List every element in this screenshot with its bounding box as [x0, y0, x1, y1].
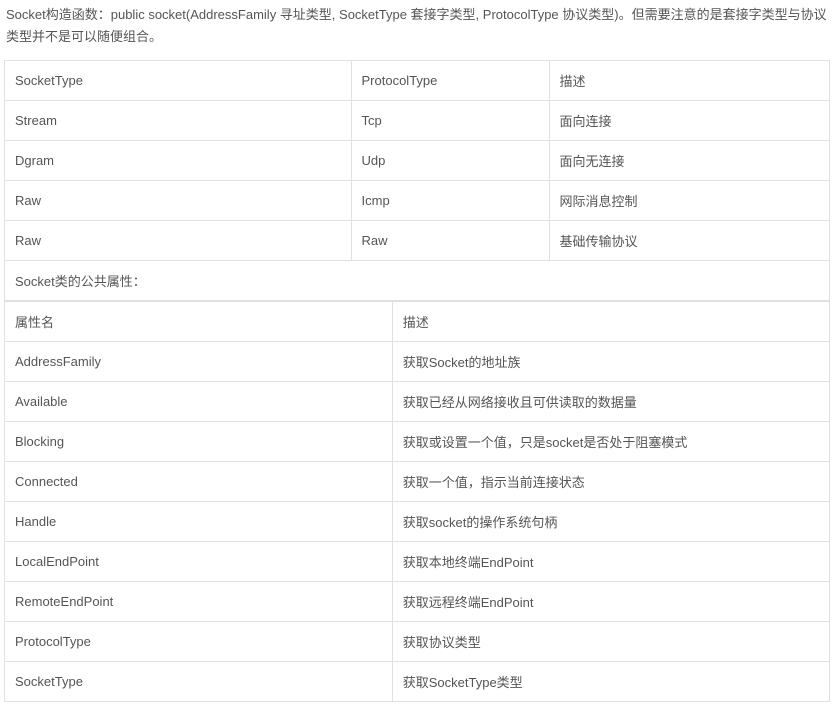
table-row: SocketType 获取SocketType类型	[5, 662, 830, 702]
table-header-row: 属性名 描述	[5, 302, 830, 342]
cell-protocoltype: Icmp	[351, 181, 549, 221]
table-row: Available 获取已经从网络接收且可供读取的数据量	[5, 382, 830, 422]
table-row: Handle 获取socket的操作系统句柄	[5, 502, 830, 542]
header-protocoltype: ProtocolType	[351, 61, 549, 101]
table-row: Connected 获取一个值，指示当前连接状态	[5, 462, 830, 502]
cell-property-name: LocalEndPoint	[5, 542, 393, 582]
cell-protocoltype: Udp	[351, 141, 549, 181]
cell-property-name: ProtocolType	[5, 622, 393, 662]
cell-property-name: RemoteEndPoint	[5, 582, 393, 622]
table-row: Dgram Udp 面向无连接	[5, 141, 830, 181]
cell-protocoltype: Raw	[351, 221, 549, 261]
cell-description: 获取协议类型	[392, 622, 829, 662]
cell-description: 面向连接	[549, 101, 830, 141]
cell-description: 获取本地终端EndPoint	[392, 542, 829, 582]
table-header-row: SocketType ProtocolType 描述	[5, 61, 830, 101]
table-row: LocalEndPoint 获取本地终端EndPoint	[5, 542, 830, 582]
header-property-name: 属性名	[5, 302, 393, 342]
cell-property-name: Available	[5, 382, 393, 422]
cell-property-name: AddressFamily	[5, 342, 393, 382]
cell-description: 获取一个值，指示当前连接状态	[392, 462, 829, 502]
header-description: 描述	[549, 61, 830, 101]
cell-sockettype: Stream	[5, 101, 352, 141]
table-row: AddressFamily 获取Socket的地址族	[5, 342, 830, 382]
cell-sockettype: Dgram	[5, 141, 352, 181]
cell-property-name: Blocking	[5, 422, 393, 462]
cell-property-name: SocketType	[5, 662, 393, 702]
cell-description: 获取或设置一个值，只是socket是否处于阻塞模式	[392, 422, 829, 462]
table-row: RemoteEndPoint 获取远程终端EndPoint	[5, 582, 830, 622]
intro-paragraph: Socket构造函数：public socket(AddressFamily 寻…	[4, 4, 830, 48]
table-row: Blocking 获取或设置一个值，只是socket是否处于阻塞模式	[5, 422, 830, 462]
table-row: Raw Icmp 网际消息控制	[5, 181, 830, 221]
cell-description: 获取SocketType类型	[392, 662, 829, 702]
cell-description: 获取已经从网络接收且可供读取的数据量	[392, 382, 829, 422]
section-title: Socket类的公共属性：	[5, 261, 830, 301]
socket-properties-table: 属性名 描述 AddressFamily 获取Socket的地址族 Availa…	[4, 301, 830, 702]
cell-property-name: Handle	[5, 502, 393, 542]
cell-description: 面向无连接	[549, 141, 830, 181]
section-title-row: Socket类的公共属性：	[5, 261, 830, 301]
cell-description: 网际消息控制	[549, 181, 830, 221]
table-row: Raw Raw 基础传输协议	[5, 221, 830, 261]
cell-sockettype: Raw	[5, 181, 352, 221]
cell-description: 获取远程终端EndPoint	[392, 582, 829, 622]
socket-type-protocol-table: SocketType ProtocolType 描述 Stream Tcp 面向…	[4, 60, 830, 301]
cell-description: 获取socket的操作系统句柄	[392, 502, 829, 542]
table-row: Stream Tcp 面向连接	[5, 101, 830, 141]
header-sockettype: SocketType	[5, 61, 352, 101]
cell-description: 基础传输协议	[549, 221, 830, 261]
cell-protocoltype: Tcp	[351, 101, 549, 141]
cell-sockettype: Raw	[5, 221, 352, 261]
cell-property-name: Connected	[5, 462, 393, 502]
cell-description: 获取Socket的地址族	[392, 342, 829, 382]
header-description: 描述	[392, 302, 829, 342]
table-row: ProtocolType 获取协议类型	[5, 622, 830, 662]
